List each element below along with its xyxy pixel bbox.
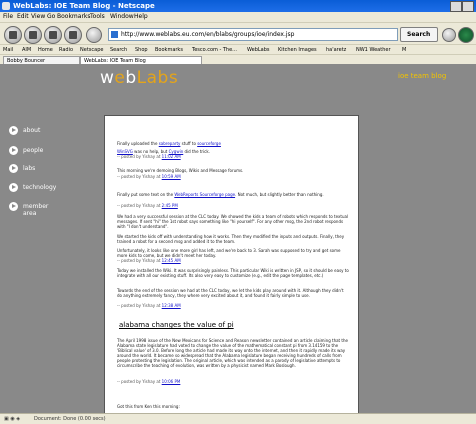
address-url: http://www.weblabs.eu.com/en/blabs/group… [121,31,295,38]
nav-member-area-label: member area [23,203,49,217]
bookmark-nw1-weather[interactable]: NW1 Weather [356,47,391,53]
reload-icon [49,31,57,39]
webreports-link[interactable]: WebReports Sourceforge page [174,192,235,197]
nav-arrow-icon [9,126,18,135]
posted-by: -- posted by Yishay at 12:38 AM [117,303,181,308]
posted-by: -- posted by Yishay at 10:06 PM [117,379,181,384]
status-text: Document: Done (0.00 secs) [34,416,106,422]
post-paragraph: Towards the end of the session we had at… [117,288,344,298]
menu-help[interactable]: Help [134,13,148,20]
post-permalink[interactable]: 2:45 PM [162,203,178,208]
posted-by: -- posted by Yishay at 11:02 AM [117,154,181,159]
bookmark-kitchen-images[interactable]: Kitchen Images [278,47,317,53]
bookmark-bookmarks[interactable]: Bookmarks [155,47,183,53]
status-bar: ▣ ◉ ◈ Document: Done (0.00 secs) [0,413,476,424]
search-button-label: Search [407,31,431,38]
menu-bookmarks[interactable]: Bookmarks [57,13,91,20]
nav-about-label: about [23,127,41,134]
stop-button[interactable] [64,26,82,44]
bookmark-tesco[interactable]: Tesco.com - The... [192,47,237,53]
post-paragraph: Finally put some text on the WebReports … [117,192,324,197]
post-permalink[interactable]: 11:02 AM [162,154,181,159]
logo-labs: Labs [136,68,179,88]
posted-by: -- posted by Yishay at 10:59 AM [117,174,181,179]
window-title: WebLabs: IOE Team Blog - Netscape [13,2,155,10]
bookmark-mail[interactable]: Mail [3,47,13,53]
nav-labs-label: labs [23,165,36,172]
forward-button[interactable] [24,26,42,44]
post-paragraph: We had a very successful session at the … [117,214,349,229]
post-permalink[interactable]: 12:38 AM [162,303,181,308]
minimize-button[interactable] [450,1,462,12]
nav-arrow-icon [9,164,18,173]
blog-content: Finally uploaded the sabreparty stuff to… [104,115,359,415]
sabreparty-link[interactable]: sabreparty [159,141,181,146]
close-button[interactable] [462,1,474,12]
menu-view[interactable]: View [31,13,45,20]
posted-by: -- posted by Yishay at 2:45 PM [117,203,178,208]
post-paragraph: Today we installed the Wiki. It was surp… [117,268,349,278]
post-heading[interactable]: alabama changes the value of pi [119,321,234,329]
address-bar[interactable]: http://www.weblabs.eu.com/en/blabs/group… [108,28,398,41]
post-paragraph: We started the kids off with understandi… [117,234,345,244]
post-paragraph: The April 1998 issue of the New Mexicans… [117,338,348,368]
bookmark-aim[interactable]: AIM [22,47,31,53]
menu-bar: File Edit View Go Bookmarks Tools Window… [0,12,476,22]
window-titlebar: WebLabs: IOE Team Blog - Netscape [0,0,476,12]
nav-arrow-icon [9,183,18,192]
web-page: webLabs ioe team blog about people labs … [0,64,476,415]
post-permalink[interactable]: 12:45 AM [162,258,181,263]
nav-people-label: people [23,147,44,154]
menu-file[interactable]: File [3,13,13,20]
reload-button[interactable] [44,26,62,44]
posted-by: -- posted by Yishay at 12:45 AM [117,258,181,263]
stop-icon [69,31,77,39]
menu-tools[interactable]: Tools [90,13,105,20]
nav-arrow-icon [9,146,18,155]
post-paragraph: Got this from Ken this morning: [117,404,180,409]
logo-b: b [125,68,137,88]
menu-edit[interactable]: Edit [17,13,29,20]
page-favicon-icon [111,31,118,38]
weblabs-logo: webLabs [100,68,178,88]
menu-window[interactable]: Window [110,13,134,20]
bookmark-search[interactable]: Search [110,47,127,53]
bookmark-netscape[interactable]: Netscape [80,47,103,53]
nav-arrow-icon [9,202,18,211]
post-paragraph: Unfortunately, it looks like one more gi… [117,248,341,258]
bookmark-haaretz[interactable]: ha'aretz [326,47,346,53]
print-button[interactable] [442,28,456,42]
netscape-throbber-icon [458,27,474,43]
status-icons: ▣ ◉ ◈ [4,416,21,422]
site-tagline: ioe team blog [398,72,447,80]
logo-e: e [114,68,126,88]
post-permalink[interactable]: 10:06 PM [162,379,181,384]
nav-technology-label: technology [23,184,57,191]
netscape-app-icon [2,2,10,10]
back-button[interactable] [4,26,22,44]
bookmark-weblabs[interactable]: WebLabs [247,47,270,53]
bookmark-home[interactable]: Home [38,47,53,53]
sourceforge-link[interactable]: sourceforge [197,141,221,146]
post-permalink[interactable]: 10:59 AM [162,174,181,179]
home-button[interactable] [86,27,102,43]
back-arrow-icon [9,31,17,39]
bookmark-shop[interactable]: Shop [135,47,148,53]
post-paragraph: Finally uploaded the sabreparty stuff to… [117,141,221,146]
search-button[interactable]: Search [400,27,438,42]
navigation-toolbar: http://www.weblabs.eu.com/en/blabs/group… [0,22,476,45]
logo-w: w [100,68,115,88]
post-paragraph: This morning we're demoing Blogs, Wikis … [117,168,244,173]
bookmark-more[interactable]: M [402,47,406,53]
menu-go[interactable]: Go [47,13,55,20]
forward-arrow-icon [29,31,37,39]
bookmark-radio[interactable]: Radio [59,47,73,53]
